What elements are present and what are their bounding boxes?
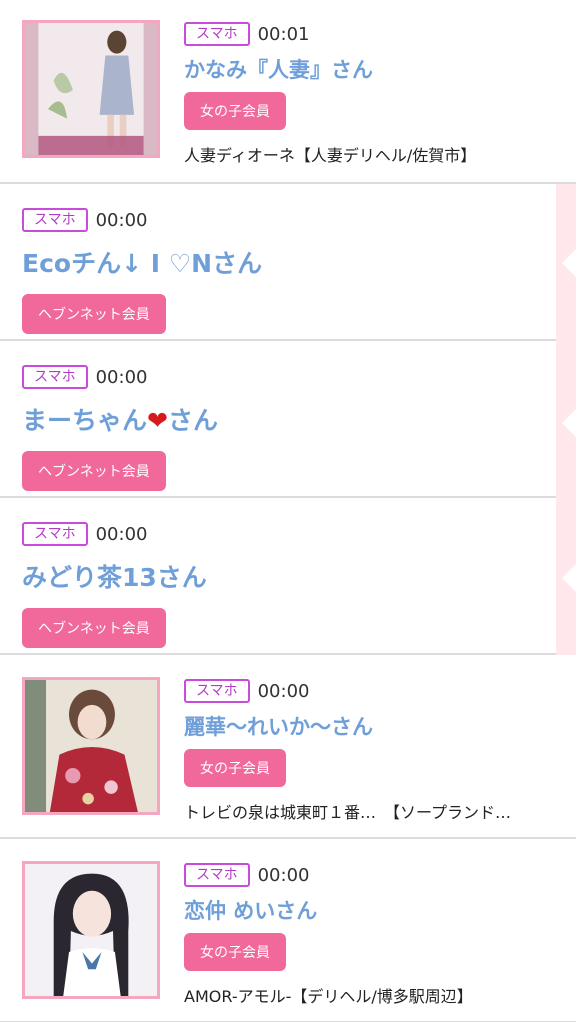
list-item[interactable]: スマホ 00:00 麗華〜れいか〜さん 女の子会員 トレビの泉は城東町１番… 【… bbox=[0, 655, 576, 839]
profile-thumbnail[interactable] bbox=[22, 20, 160, 158]
user-name-link[interactable]: 麗華〜れいか〜さん bbox=[184, 711, 566, 741]
shop-name-link[interactable]: トレビの泉は城東町１番… 【ソープランド… bbox=[184, 799, 566, 823]
user-name-link[interactable]: Ecoチん↓ I ♡Nさん bbox=[22, 244, 526, 280]
list-item[interactable]: スマホ 00:00 Ecoチん↓ I ♡Nさん ヘブンネット会員 bbox=[0, 184, 556, 341]
timestamp: 00:00 bbox=[257, 864, 310, 886]
shop-name-link[interactable]: 人妻ディオーネ【人妻デリヘル/佐賀市】 bbox=[184, 142, 566, 166]
message-list: スマホ 00:01 かなみ『人妻』さん 女の子会員 人妻ディオーネ【人妻デリヘル… bbox=[0, 0, 576, 1022]
user-name-link[interactable]: 恋仲 めいさん bbox=[184, 895, 566, 925]
device-badge: スマホ bbox=[22, 365, 88, 389]
list-item[interactable]: スマホ 00:00 みどり茶13さん ヘブンネット会員 bbox=[0, 498, 556, 655]
profile-thumbnail[interactable] bbox=[22, 677, 160, 815]
device-badge: スマホ bbox=[22, 522, 88, 546]
device-badge: スマホ bbox=[184, 863, 250, 887]
timestamp: 00:01 bbox=[257, 23, 310, 45]
list-item[interactable]: スマホ 00:01 かなみ『人妻』さん 女の子会員 人妻ディオーネ【人妻デリヘル… bbox=[0, 0, 576, 184]
list-item[interactable]: スマホ 00:00 恋仲 めいさん 女の子会員 AMOR-アモル-【デリヘル/博… bbox=[0, 839, 576, 1022]
member-type-badge: ヘブンネット会員 bbox=[22, 294, 166, 334]
timestamp: 00:00 bbox=[95, 209, 148, 231]
side-band bbox=[556, 184, 576, 655]
member-type-badge: 女の子会員 bbox=[184, 749, 286, 787]
timestamp: 00:00 bbox=[95, 366, 148, 388]
list-item[interactable]: スマホ 00:00 まーちゃん❤さん ヘブンネット会員 bbox=[0, 341, 556, 498]
device-badge: スマホ bbox=[184, 22, 250, 46]
member-type-badge: 女の子会員 bbox=[184, 92, 286, 130]
timestamp: 00:00 bbox=[95, 523, 148, 545]
device-badge: スマホ bbox=[22, 208, 88, 232]
user-name-link[interactable]: まーちゃん❤さん bbox=[22, 401, 526, 437]
user-name-link[interactable]: かなみ『人妻』さん bbox=[184, 54, 566, 84]
member-type-badge: ヘブンネット会員 bbox=[22, 608, 166, 648]
profile-thumbnail[interactable] bbox=[22, 861, 160, 999]
user-name-prefix: まーちゃん bbox=[22, 406, 148, 435]
member-type-badge: 女の子会員 bbox=[184, 933, 286, 971]
shop-name-link[interactable]: AMOR-アモル-【デリヘル/博多駅周辺】 bbox=[184, 983, 566, 1007]
heart-icon: ❤ bbox=[147, 406, 168, 435]
user-name-suffix: さん bbox=[167, 406, 218, 435]
user-name-link[interactable]: みどり茶13さん bbox=[22, 558, 526, 594]
device-badge: スマホ bbox=[184, 679, 250, 703]
timestamp: 00:00 bbox=[257, 680, 310, 702]
member-type-badge: ヘブンネット会員 bbox=[22, 451, 166, 491]
